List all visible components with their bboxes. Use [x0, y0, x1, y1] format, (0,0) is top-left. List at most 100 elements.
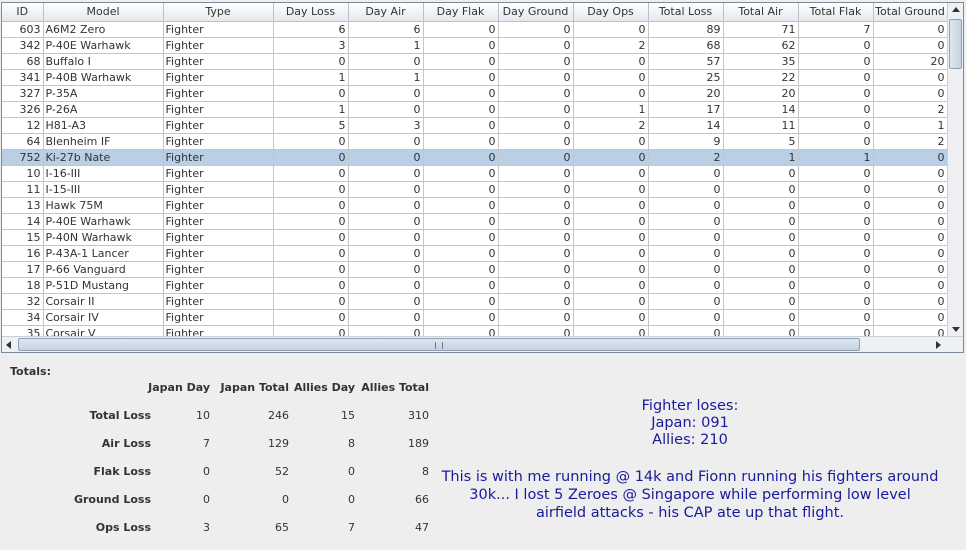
- table-row[interactable]: 327 P-35A Fighter 0 0 0 0 0 20 20 0 0: [2, 85, 948, 102]
- scroll-up-icon[interactable]: [952, 7, 960, 12]
- vertical-scroll-thumb[interactable]: [949, 19, 962, 69]
- table-cell: 0: [423, 293, 499, 310]
- note-line-2: Japan: 091: [651, 415, 729, 431]
- totals-row-label: Ops Loss: [95, 521, 151, 534]
- table-row[interactable]: 15 P-40N Warhawk Fighter 0 0 0 0 0 0 0 0 0: [2, 229, 948, 246]
- table-cell: 0: [573, 197, 649, 214]
- table-row[interactable]: 341 P-40B Warhawk Fighter 1 1 0 0 0 25 22 0 0: [2, 69, 948, 86]
- table-cell: P-26A: [43, 101, 164, 118]
- table-cell: Blenheim IF: [43, 133, 164, 150]
- table-row[interactable]: 64 Blenheim IF Fighter 0 0 0 0 0 9 5 0 2: [2, 133, 948, 150]
- column-header[interactable]: Total Ground: [873, 3, 948, 22]
- table-cell: 0: [498, 181, 574, 198]
- table-cell: 0: [348, 85, 424, 102]
- table-cell: 0: [723, 181, 799, 198]
- column-header[interactable]: Day Ops: [573, 3, 649, 22]
- table-row[interactable]: 603 A6M2 Zero Fighter 6 6 0 0 0 89 71 7 0: [2, 21, 948, 38]
- table-row[interactable]: 326 P-26A Fighter 1 0 0 0 1 17 14 0 2: [2, 101, 948, 118]
- table-cell: 64: [2, 133, 44, 150]
- horizontal-scrollbar[interactable]: [2, 336, 963, 352]
- totals-value: 65: [275, 521, 289, 534]
- table-row[interactable]: 342 P-40E Warhawk Fighter 3 1 0 0 2 68 62 0 0: [2, 37, 948, 54]
- table-cell: 18: [2, 277, 44, 294]
- vertical-scrollbar[interactable]: [947, 3, 963, 336]
- table-cell: 0: [273, 277, 349, 294]
- table-row[interactable]: 32 Corsair II Fighter 0 0 0 0 0 0 0 0 0: [2, 293, 948, 310]
- column-header[interactable]: Day Loss: [273, 3, 349, 22]
- table-cell: 14: [723, 101, 799, 118]
- totals-row-label: Ground Loss: [73, 493, 151, 506]
- table-cell: 0: [273, 261, 349, 278]
- table-cell: I-15-III: [43, 181, 164, 198]
- table-cell: 0: [498, 293, 574, 310]
- table-cell: 0: [573, 309, 649, 326]
- table-cell: 0: [423, 213, 499, 230]
- table-cell: 0: [273, 229, 349, 246]
- table-cell: 9: [648, 133, 724, 150]
- table-cell: Fighter: [163, 165, 274, 182]
- table-cell: 0: [648, 213, 724, 230]
- table-cell: 0: [273, 197, 349, 214]
- table-cell: 0: [423, 101, 499, 118]
- column-header[interactable]: Total Loss: [648, 3, 724, 22]
- table-row[interactable]: 18 P-51D Mustang Fighter 0 0 0 0 0 0 0 0 0: [2, 277, 948, 294]
- table-row[interactable]: 17 P-66 Vanguard Fighter 0 0 0 0 0 0 0 0 0: [2, 261, 948, 278]
- table-row[interactable]: 10 I-16-III Fighter 0 0 0 0 0 0 0 0 0: [2, 165, 948, 182]
- table-row[interactable]: 34 Corsair IV Fighter 0 0 0 0 0 0 0 0 0: [2, 309, 948, 326]
- totals-column-header: Allies Day: [293, 381, 355, 394]
- table-cell: 0: [498, 197, 574, 214]
- table-cell: 0: [648, 229, 724, 246]
- table-cell: 5: [273, 117, 349, 134]
- column-header[interactable]: Day Air: [348, 3, 424, 22]
- scroll-right-icon[interactable]: [936, 341, 941, 349]
- table-cell: 1: [348, 69, 424, 86]
- table-cell: 89: [648, 21, 724, 38]
- column-header[interactable]: Day Ground: [498, 3, 574, 22]
- table-cell: P-40B Warhawk: [43, 69, 164, 86]
- table-cell: 0: [648, 261, 724, 278]
- table-cell: 2: [648, 149, 724, 166]
- table-cell: 0: [798, 53, 874, 70]
- table-row[interactable]: 752 Ki-27b Nate Fighter 0 0 0 0 0 2 1 1 0: [2, 149, 948, 166]
- table-cell: 0: [348, 245, 424, 262]
- table-row[interactable]: 11 I-15-III Fighter 0 0 0 0 0 0 0 0 0: [2, 181, 948, 198]
- column-header[interactable]: Day Flak: [423, 3, 499, 22]
- table-cell: P-35A: [43, 85, 164, 102]
- column-header[interactable]: Model: [43, 3, 164, 22]
- table-cell: 0: [873, 181, 948, 198]
- table-row[interactable]: 12 H81-A3 Fighter 5 3 0 0 2 14 11 0 1: [2, 117, 948, 134]
- table-cell: 0: [498, 53, 574, 70]
- column-header[interactable]: Total Air: [723, 3, 799, 22]
- losses-table-pane: ID Model Type Day Loss Day Air Day Flak Day Gr…: [1, 2, 964, 353]
- table-row[interactable]: 68 Buffalo I Fighter 0 0 0 0 0 57 35 0 20: [2, 53, 948, 70]
- table-cell: P-66 Vanguard: [43, 261, 164, 278]
- table-cell: Fighter: [163, 309, 274, 326]
- table-row[interactable]: 16 P-43A-1 Lancer Fighter 0 0 0 0 0 0 0 0 0: [2, 245, 948, 262]
- table-cell: Fighter: [163, 117, 274, 134]
- table-cell: 0: [498, 101, 574, 118]
- totals-value: 7: [203, 437, 210, 450]
- table-cell: 0: [873, 21, 948, 38]
- table-cell: 0: [873, 149, 948, 166]
- table-cell: 0: [498, 117, 574, 134]
- table-cell: 0: [423, 149, 499, 166]
- scroll-down-icon[interactable]: [952, 327, 960, 332]
- table-cell: 0: [348, 165, 424, 182]
- table-cell: 0: [798, 277, 874, 294]
- horizontal-scroll-thumb[interactable]: [18, 338, 860, 351]
- table-cell: 0: [573, 133, 649, 150]
- table-cell: 0: [273, 165, 349, 182]
- table-row[interactable]: 14 P-40E Warhawk Fighter 0 0 0 0 0 0 0 0 0: [2, 213, 948, 230]
- table-cell: 0: [348, 277, 424, 294]
- table-cell: 11: [723, 117, 799, 134]
- column-header[interactable]: ID: [2, 3, 44, 22]
- column-header[interactable]: Type: [163, 3, 274, 22]
- scroll-left-icon[interactable]: [6, 341, 11, 349]
- column-header[interactable]: Total Flak: [798, 3, 874, 22]
- table-cell: 0: [873, 197, 948, 214]
- table-row[interactable]: 13 Hawk 75M Fighter 0 0 0 0 0 0 0 0 0: [2, 197, 948, 214]
- table-cell: 0: [573, 21, 649, 38]
- table-cell: 0: [423, 309, 499, 326]
- table-cell: 0: [573, 181, 649, 198]
- table-cell: 0: [348, 197, 424, 214]
